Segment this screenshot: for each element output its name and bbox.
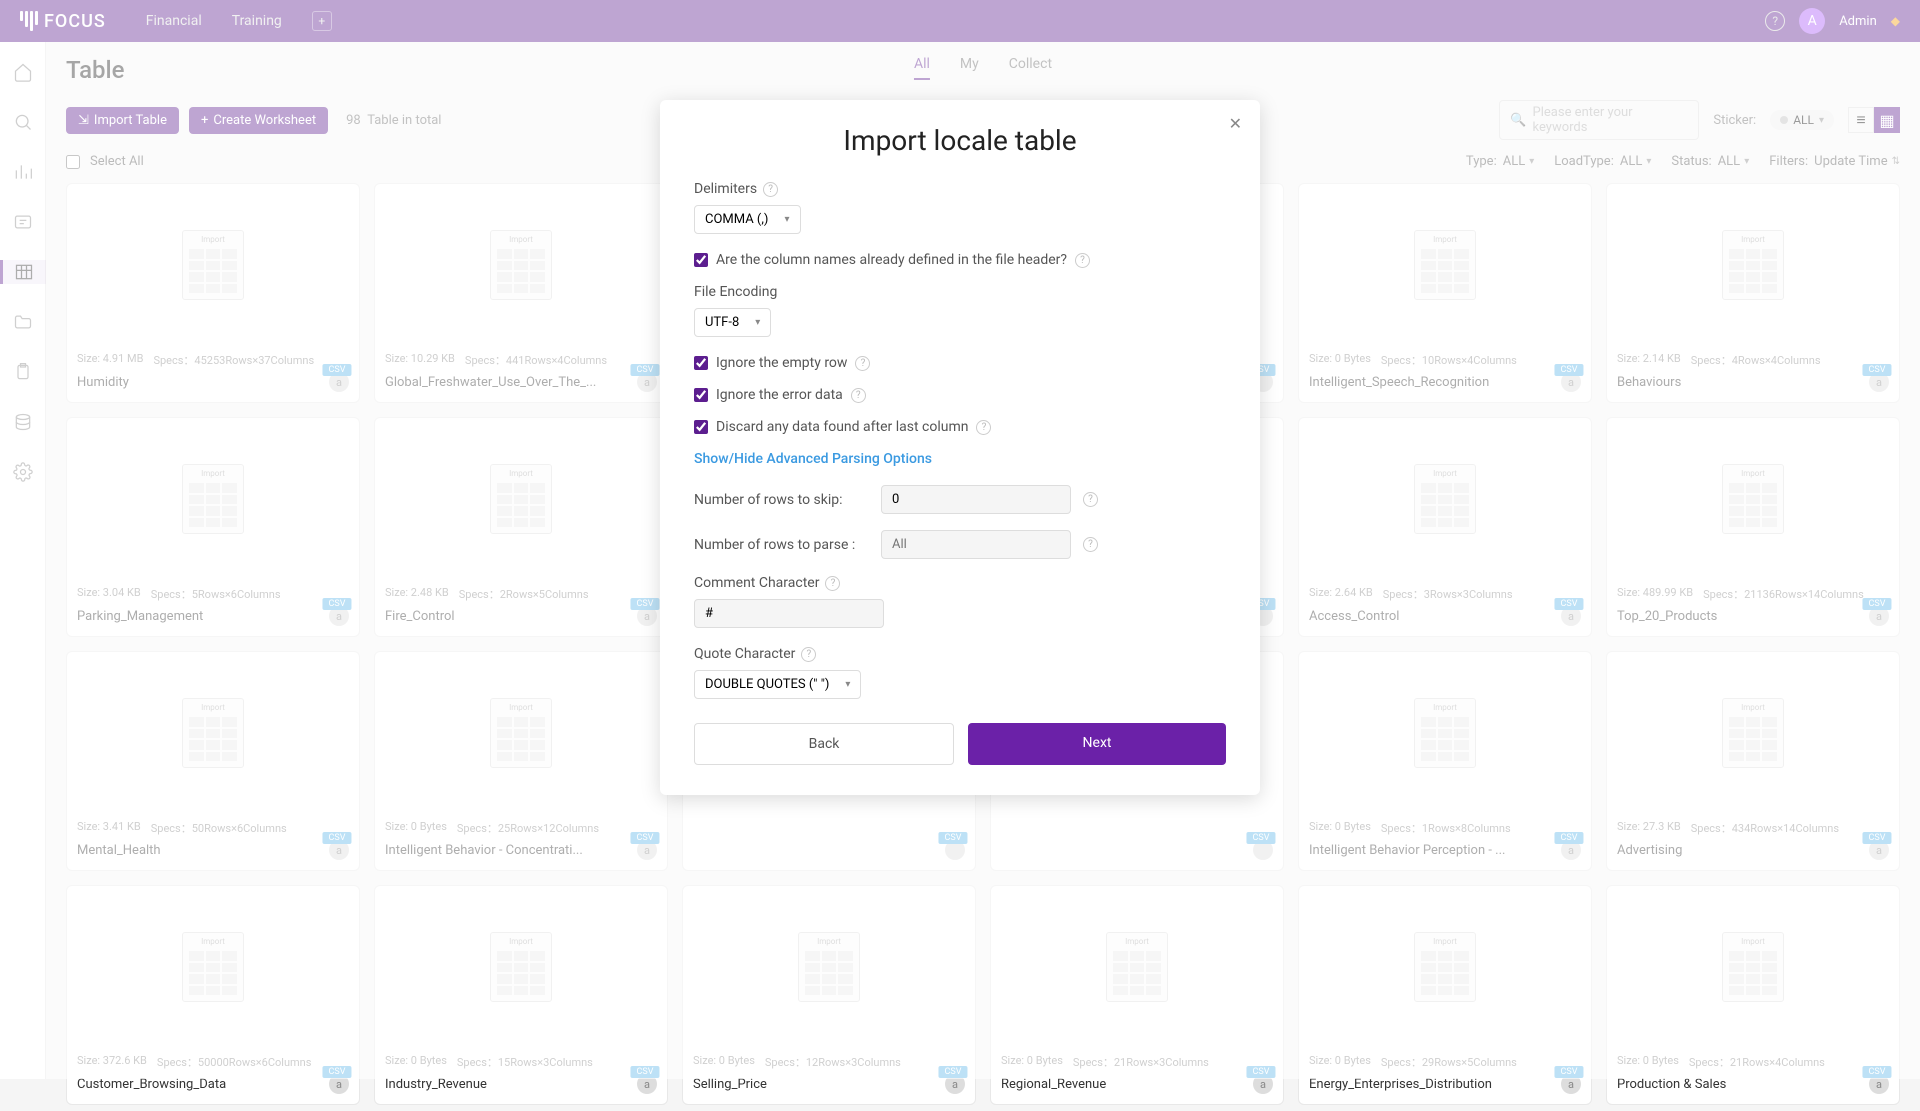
header-checkbox[interactable] (694, 253, 708, 267)
discard-checkbox[interactable] (694, 420, 708, 434)
chevron-down-icon: ▾ (845, 679, 850, 690)
header-label: Are the column names already defined in … (716, 252, 1067, 268)
help-icon[interactable]: ? (855, 356, 870, 371)
skip-label: Number of rows to skip: (694, 492, 869, 508)
encoding-select[interactable]: UTF-8▾ (694, 308, 771, 337)
ignore-empty-checkbox[interactable] (694, 356, 708, 370)
header-checkbox-row: Are the column names already defined in … (694, 252, 1226, 268)
comment-label: Comment Character ? (694, 575, 1226, 591)
parse-label: Number of rows to parse : (694, 537, 869, 553)
skip-row: Number of rows to skip: ? (694, 485, 1226, 514)
back-button[interactable]: Back (694, 723, 954, 765)
parse-input[interactable] (881, 530, 1071, 559)
close-icon[interactable]: ✕ (1229, 114, 1242, 133)
ignore-error-row: Ignore the error data ? (694, 387, 1226, 403)
help-icon[interactable]: ? (763, 182, 778, 197)
encoding-label: File Encoding (694, 284, 1226, 300)
modal-overlay: ✕ Import locale table Delimiters ? COMMA… (0, 0, 1920, 1079)
modal-title: Import locale table (694, 124, 1226, 157)
quote-label: Quote Character ? (694, 646, 1226, 662)
help-icon[interactable]: ? (976, 420, 991, 435)
help-icon[interactable]: ? (801, 647, 816, 662)
skip-input[interactable] (881, 485, 1071, 514)
next-button[interactable]: Next (968, 723, 1226, 765)
help-icon[interactable]: ? (1083, 492, 1098, 507)
help-icon[interactable]: ? (1075, 253, 1090, 268)
help-icon[interactable]: ? (825, 576, 840, 591)
delimiters-label: Delimiters ? (694, 181, 1226, 197)
discard-row: Discard any data found after last column… (694, 419, 1226, 435)
import-modal: ✕ Import locale table Delimiters ? COMMA… (660, 100, 1260, 795)
advanced-toggle[interactable]: Show/Hide Advanced Parsing Options (694, 451, 1226, 467)
ignore-empty-row: Ignore the empty row ? (694, 355, 1226, 371)
quote-group: Quote Character ? DOUBLE QUOTES (" ")▾ (694, 646, 1226, 699)
delimiters-group: Delimiters ? COMMA (,)▾ (694, 181, 1226, 234)
ignore-error-label: Ignore the error data (716, 387, 843, 403)
chevron-down-icon: ▾ (755, 317, 760, 328)
comment-input[interactable] (694, 599, 884, 628)
encoding-group: File Encoding UTF-8▾ (694, 284, 1226, 337)
comment-group: Comment Character ? (694, 575, 1226, 628)
ignore-empty-label: Ignore the empty row (716, 355, 847, 371)
ignore-error-checkbox[interactable] (694, 388, 708, 402)
parse-row: Number of rows to parse : ? (694, 530, 1226, 559)
help-icon[interactable]: ? (1083, 537, 1098, 552)
discard-label: Discard any data found after last column (716, 419, 968, 435)
delimiters-select[interactable]: COMMA (,)▾ (694, 205, 801, 234)
quote-select[interactable]: DOUBLE QUOTES (" ")▾ (694, 670, 861, 699)
chevron-down-icon: ▾ (784, 214, 789, 225)
help-icon[interactable]: ? (851, 388, 866, 403)
modal-actions: Back Next (694, 723, 1226, 765)
